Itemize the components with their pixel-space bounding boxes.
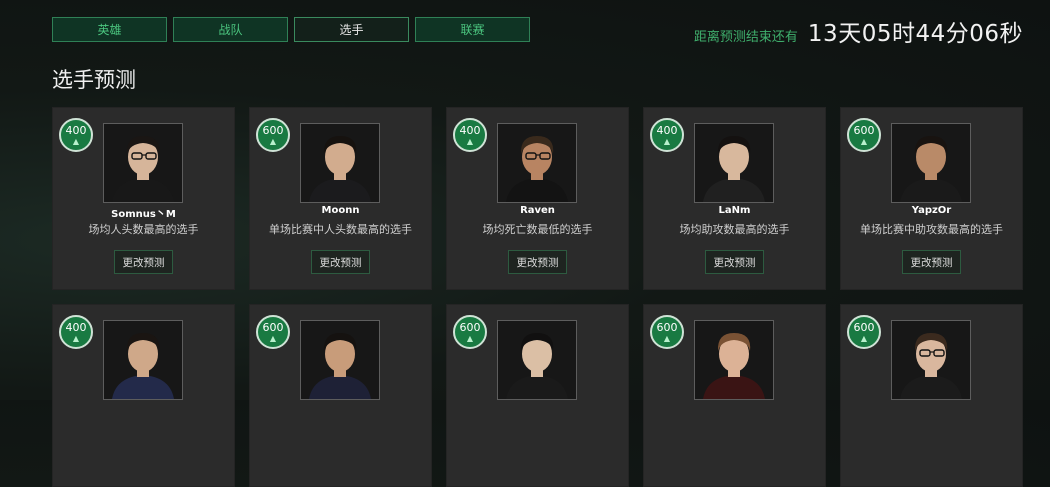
change-prediction-button[interactable]: 更改预测: [902, 250, 961, 274]
coin-icon: ▲: [269, 136, 277, 146]
coin-icon: ▲: [72, 136, 80, 146]
player-card: 400 ▲: [52, 304, 235, 487]
player-silhouette-icon: [104, 124, 182, 202]
player-portrait[interactable]: [497, 320, 577, 400]
coin-icon: ▲: [860, 136, 868, 146]
coin-icon: ▲: [860, 333, 868, 343]
player-name: LaNm: [718, 205, 751, 216]
prediction-category: 单场比赛中人头数最高的选手: [269, 223, 412, 236]
player-portrait[interactable]: [694, 320, 774, 400]
prediction-category: 场均死亡数最低的选手: [482, 223, 593, 236]
points-badge: 600 ▲: [256, 315, 290, 349]
countdown-label: 距离预测结束还有: [693, 30, 798, 45]
points-value: 400: [459, 123, 481, 137]
player-silhouette-icon: [695, 124, 773, 202]
change-prediction-button[interactable]: 更改预测: [508, 250, 567, 274]
player-silhouette-icon: [104, 321, 182, 399]
player-prediction-grid: 400 ▲ Somnus丶M 场均人头数最高的选手 更改预测 600 ▲ Moonn 单场比赛中…: [52, 107, 1023, 487]
player-card: 400 ▲ Raven 场均死亡数最低的选手更改预测: [446, 107, 629, 290]
player-card: 600 ▲: [840, 304, 1023, 487]
player-card: 400 ▲ Somnus丶M 场均人头数最高的选手更改预测: [52, 107, 235, 290]
prediction-category: 单场比赛中助攻数最高的选手: [860, 223, 1003, 236]
points-badge: 400 ▲: [59, 315, 93, 349]
category-tabs: 英雄 战队 选手 联赛: [52, 17, 530, 42]
coin-icon: ▲: [663, 333, 671, 343]
player-portrait[interactable]: [694, 123, 774, 203]
player-silhouette-icon: [892, 321, 970, 399]
player-card: 600 ▲: [249, 304, 432, 487]
player-name: Somnus丶M: [111, 209, 176, 220]
points-value: 600: [656, 320, 678, 334]
prediction-category: 场均助攻数最高的选手: [679, 223, 790, 236]
countdown-time: 13天05时44分06秒: [807, 21, 1023, 47]
tab-heroes[interactable]: 英雄: [52, 17, 167, 42]
coin-icon: ▲: [663, 136, 671, 146]
player-portrait[interactable]: [497, 123, 577, 203]
player-portrait[interactable]: [103, 320, 183, 400]
points-badge: 600 ▲: [847, 315, 881, 349]
points-value: 600: [459, 320, 481, 334]
points-value: 600: [853, 123, 875, 137]
player-silhouette-icon: [301, 124, 379, 202]
points-badge: 600 ▲: [650, 315, 684, 349]
coin-icon: ▲: [466, 136, 474, 146]
player-portrait[interactable]: [300, 320, 380, 400]
points-value: 400: [656, 123, 678, 137]
player-silhouette-icon: [498, 124, 576, 202]
tab-leagues[interactable]: 联赛: [415, 17, 530, 42]
points-value: 400: [65, 320, 87, 334]
player-silhouette-icon: [892, 124, 970, 202]
points-badge: 400 ▲: [650, 118, 684, 152]
coin-icon: ▲: [466, 333, 474, 343]
points-value: 600: [262, 320, 284, 334]
player-portrait[interactable]: [103, 123, 183, 203]
prediction-category: 场均人头数最高的选手: [88, 223, 199, 236]
player-card: 400 ▲ LaNm 场均助攻数最高的选手更改预测: [643, 107, 826, 290]
player-card: 600 ▲: [643, 304, 826, 487]
player-silhouette-icon: [695, 321, 773, 399]
player-portrait[interactable]: [891, 123, 971, 203]
player-name: Moonn: [321, 205, 360, 216]
player-portrait[interactable]: [300, 123, 380, 203]
points-badge: 400 ▲: [453, 118, 487, 152]
page-title: 选手预测: [52, 68, 136, 92]
points-value: 600: [262, 123, 284, 137]
player-card: 600 ▲ YapzOr 单场比赛中助攻数最高的选手更改预测: [840, 107, 1023, 290]
points-value: 400: [65, 123, 87, 137]
tab-players[interactable]: 选手: [294, 17, 409, 42]
player-card: 600 ▲: [446, 304, 629, 487]
coin-icon: ▲: [72, 333, 80, 343]
points-badge: 600 ▲: [453, 315, 487, 349]
player-name: YapzOr: [911, 205, 952, 216]
player-name: Raven: [520, 205, 555, 216]
player-silhouette-icon: [498, 321, 576, 399]
points-badge: 600 ▲: [847, 118, 881, 152]
player-portrait[interactable]: [891, 320, 971, 400]
countdown: 距离预测结束还有 13天05时44分06秒: [694, 14, 1023, 48]
tab-teams[interactable]: 战队: [173, 17, 288, 42]
player-card: 600 ▲ Moonn 单场比赛中人头数最高的选手更改预测: [249, 107, 432, 290]
points-badge: 400 ▲: [59, 118, 93, 152]
player-silhouette-icon: [301, 321, 379, 399]
change-prediction-button[interactable]: 更改预测: [311, 250, 370, 274]
points-badge: 600 ▲: [256, 118, 290, 152]
points-value: 600: [853, 320, 875, 334]
coin-icon: ▲: [269, 333, 277, 343]
change-prediction-button[interactable]: 更改预测: [705, 250, 764, 274]
change-prediction-button[interactable]: 更改预测: [114, 250, 173, 274]
